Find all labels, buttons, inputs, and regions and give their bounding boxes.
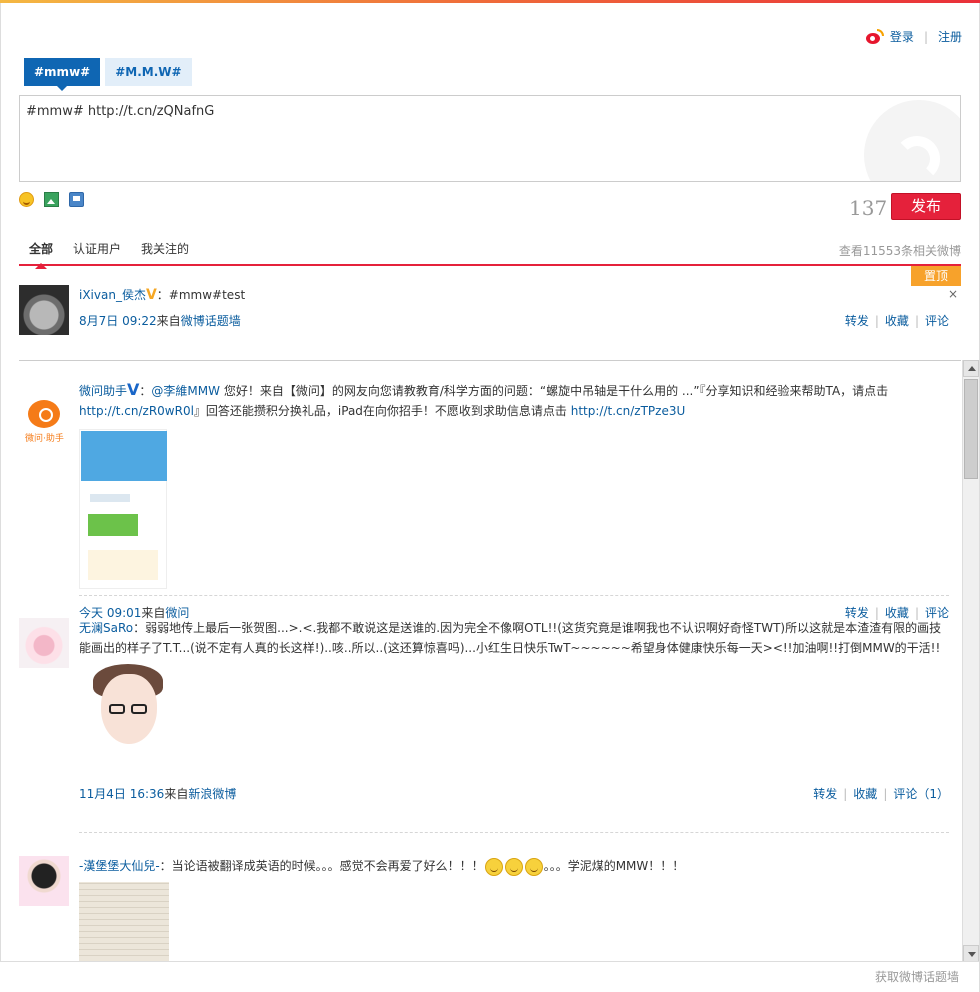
- avatar[interactable]: [19, 856, 69, 906]
- divider: [79, 832, 949, 833]
- smile-emoticon-icon: [524, 857, 543, 876]
- pinned-badge: 置顶: [911, 266, 961, 286]
- login-link[interactable]: 登录: [890, 28, 914, 45]
- comment-button[interactable]: 评论（1）: [893, 787, 949, 801]
- post-source[interactable]: 微博话题墙: [181, 314, 241, 328]
- post-composer: [19, 95, 961, 182]
- repost-button[interactable]: 转发: [813, 787, 837, 801]
- post-image[interactable]: [79, 664, 169, 776]
- author-name[interactable]: 无澜SaRo: [79, 621, 133, 635]
- image-upload-icon[interactable]: [44, 192, 59, 207]
- post-text: ：#mmw#test: [156, 288, 246, 302]
- filter-all[interactable]: 全部: [19, 236, 63, 269]
- verified-badge-icon: V: [127, 380, 140, 399]
- publish-button[interactable]: 发布: [891, 193, 961, 220]
- register-link[interactable]: 注册: [938, 28, 962, 45]
- avatar[interactable]: [19, 618, 69, 668]
- author-name[interactable]: iXivan_侯杰: [79, 288, 146, 302]
- smile-emoticon-icon: [484, 857, 503, 876]
- post-source[interactable]: 新浪微博: [188, 787, 236, 801]
- author-name[interactable]: -漢堡堡大仙兒-: [79, 859, 160, 873]
- author-name[interactable]: 微问助手: [79, 384, 127, 398]
- emoticon-icon[interactable]: [19, 192, 34, 207]
- post-time[interactable]: 8月7日 09:22: [79, 314, 157, 328]
- short-link[interactable]: http://t.cn/zR0wR0l: [79, 404, 194, 418]
- short-link[interactable]: http://t.cn/zTPze3U: [571, 404, 686, 418]
- post-image[interactable]: [79, 882, 169, 962]
- post-text: 您好！来自【微问】的网友向您请教教育/科学方面的问题：“螺旋中吊轴是干什么用的 …: [220, 384, 889, 398]
- tab-m-m-w[interactable]: #M.M.W#: [105, 58, 192, 86]
- weibo-logo-icon: [865, 28, 884, 45]
- tab-mmw[interactable]: #mmw#: [24, 58, 101, 91]
- scroll-thumb[interactable]: [964, 379, 978, 479]
- post-image[interactable]: [79, 429, 167, 589]
- comment-button[interactable]: 评论: [925, 314, 949, 328]
- divider: [19, 360, 961, 361]
- post-text: ：弱弱地传上最后一张贺图...>.<.我都不敢说这是送谁的.因为完全不像啊OTL…: [79, 621, 942, 655]
- smile-emoticon-icon: [504, 857, 523, 876]
- list-item: 无澜SaRo：弱弱地传上最后一张贺图...>.<.我都不敢说这是送谁的.因为完全…: [19, 618, 949, 804]
- scroll-down-icon[interactable]: [963, 945, 979, 962]
- topic-tabs: #mmw# #M.M.W#: [24, 58, 192, 91]
- post-text: 』回答还能攒积分换礼品，iPad在向你招手！不愿收到求助信息请点击: [193, 404, 571, 418]
- weiwen-logo-icon: [28, 400, 60, 428]
- feed-list[interactable]: 微问·助手 微问助手V：@李維MMW 您好！来自【微问】的网友向您请教教育/科学…: [19, 362, 962, 962]
- feed-scrollbar[interactable]: [962, 360, 979, 962]
- post-text: ：: [139, 384, 152, 398]
- login-area: 登录 | 注册: [865, 28, 962, 45]
- avatar[interactable]: [19, 285, 69, 335]
- filter-verified[interactable]: 认证用户: [63, 236, 131, 261]
- close-pinned-icon[interactable]: ×: [948, 287, 958, 301]
- post-time[interactable]: 11月4日 16:36: [79, 787, 164, 801]
- avatar[interactable]: 微问·助手: [25, 400, 64, 448]
- favorite-button[interactable]: 收藏: [885, 314, 909, 328]
- verified-badge-icon: V: [145, 287, 157, 303]
- post-input[interactable]: [20, 96, 960, 181]
- get-widget-link[interactable]: 获取微博话题墙: [875, 968, 959, 985]
- pinned-post: iXivan_侯杰V：#mmw#test 8月7日 09:22来自微博话题墙 转…: [19, 285, 949, 335]
- char-count: 137: [849, 196, 888, 220]
- filter-following[interactable]: 我关注的: [131, 236, 199, 261]
- post-text: ：当论语被翻译成英语的时候。。。感觉不会再爱了好么！！！: [159, 859, 484, 873]
- from-label: 来自: [156, 314, 181, 328]
- mention-link[interactable]: @李維MMW: [151, 384, 220, 398]
- total-count-link[interactable]: 查看11553条相关微博: [839, 242, 961, 259]
- topic-icon[interactable]: [69, 192, 84, 207]
- post-text: 。。。学泥煤的MMW！！！: [543, 859, 685, 873]
- list-item: -漢堡堡大仙兒-：当论语被翻译成英语的时候。。。感觉不会再爱了好么！！！ 。。。学…: [19, 856, 949, 962]
- list-item: 微问·助手 微问助手V：@李維MMW 您好！来自【微问】的网友向您请教教育/科学…: [25, 380, 949, 620]
- repost-button[interactable]: 转发: [845, 314, 869, 328]
- composer-tools: [19, 192, 84, 207]
- divider: [79, 595, 949, 596]
- avatar-label: 微问·助手: [25, 434, 64, 444]
- from-label: 来自: [164, 787, 189, 801]
- favorite-button[interactable]: 收藏: [853, 787, 877, 801]
- separator: |: [923, 29, 928, 44]
- scroll-up-icon[interactable]: [963, 360, 979, 377]
- footer: 获取微博话题墙: [0, 961, 979, 992]
- feed-filter: 全部 认证用户 我关注的 查看11553条相关微博: [19, 236, 961, 269]
